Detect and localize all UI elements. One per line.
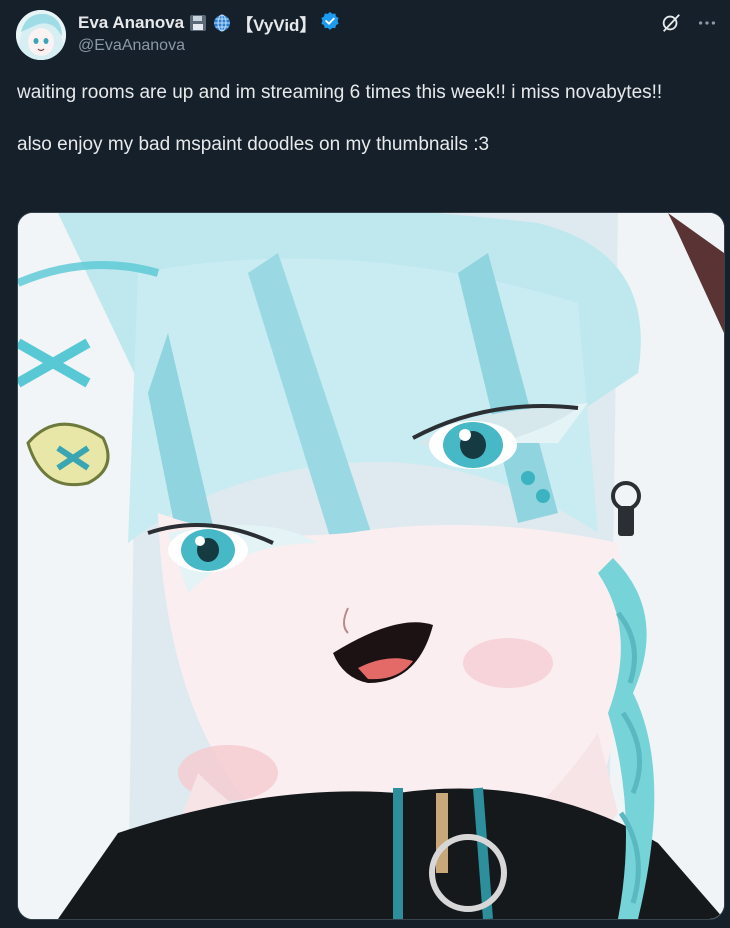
author-name-suffix[interactable]: 【VyVid】 [236,11,316,36]
anime-portrait-image [18,213,724,919]
tweet-image[interactable] [17,212,725,920]
tweet-actions [658,10,720,36]
grok-icon[interactable] [658,10,684,36]
tweet-text: waiting rooms are up and im streaming 6 … [17,82,663,155]
author-name-row[interactable]: Eva Ananova 【VyVid】 [78,11,340,36]
floppy-disk-icon [188,13,208,33]
tweet: Eva Ananova 【VyVid】 @EvaAnanova waiting … [0,0,730,928]
avatar[interactable] [16,10,66,60]
avatar-image [16,10,66,60]
verified-badge-icon [320,11,340,36]
more-icon[interactable] [694,10,720,36]
author-handle[interactable]: @EvaAnanova [78,37,185,55]
globe-icon [212,13,232,33]
author-display-name[interactable]: Eva Ananova [78,13,184,33]
